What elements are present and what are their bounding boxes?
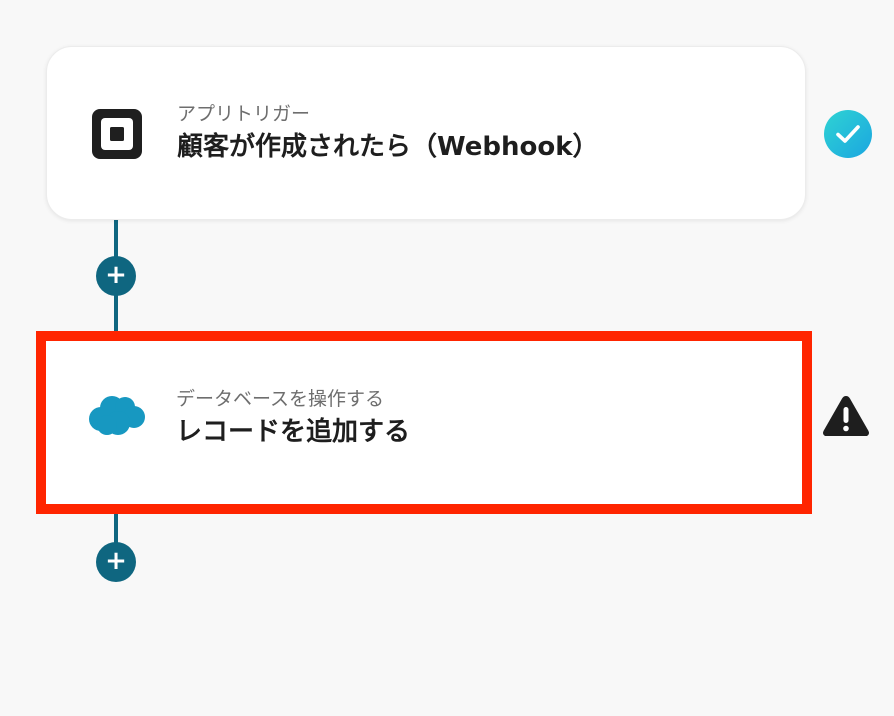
check-icon [824,110,872,158]
plus-icon: + [105,546,127,576]
square-logo-icon [91,108,143,160]
add-step-button[interactable]: + [96,256,136,296]
add-step-button[interactable]: + [96,542,136,582]
flow-step-trigger-card[interactable]: アプリトリガー 顧客が作成されたら（Webhook） [46,46,806,220]
flow-step-action-card[interactable]: データベースを操作する レコードを追加する [36,331,812,514]
warning-icon [821,393,871,439]
step-title: 顧客が作成されたら（Webhook） [177,131,599,162]
salesforce-cloud-icon [86,391,148,439]
step-subtitle: データベースを操作する [176,388,385,410]
step-subtitle: アプリトリガー [177,103,311,125]
step-title: レコードを追加する [176,416,411,447]
plus-icon: + [105,260,127,290]
